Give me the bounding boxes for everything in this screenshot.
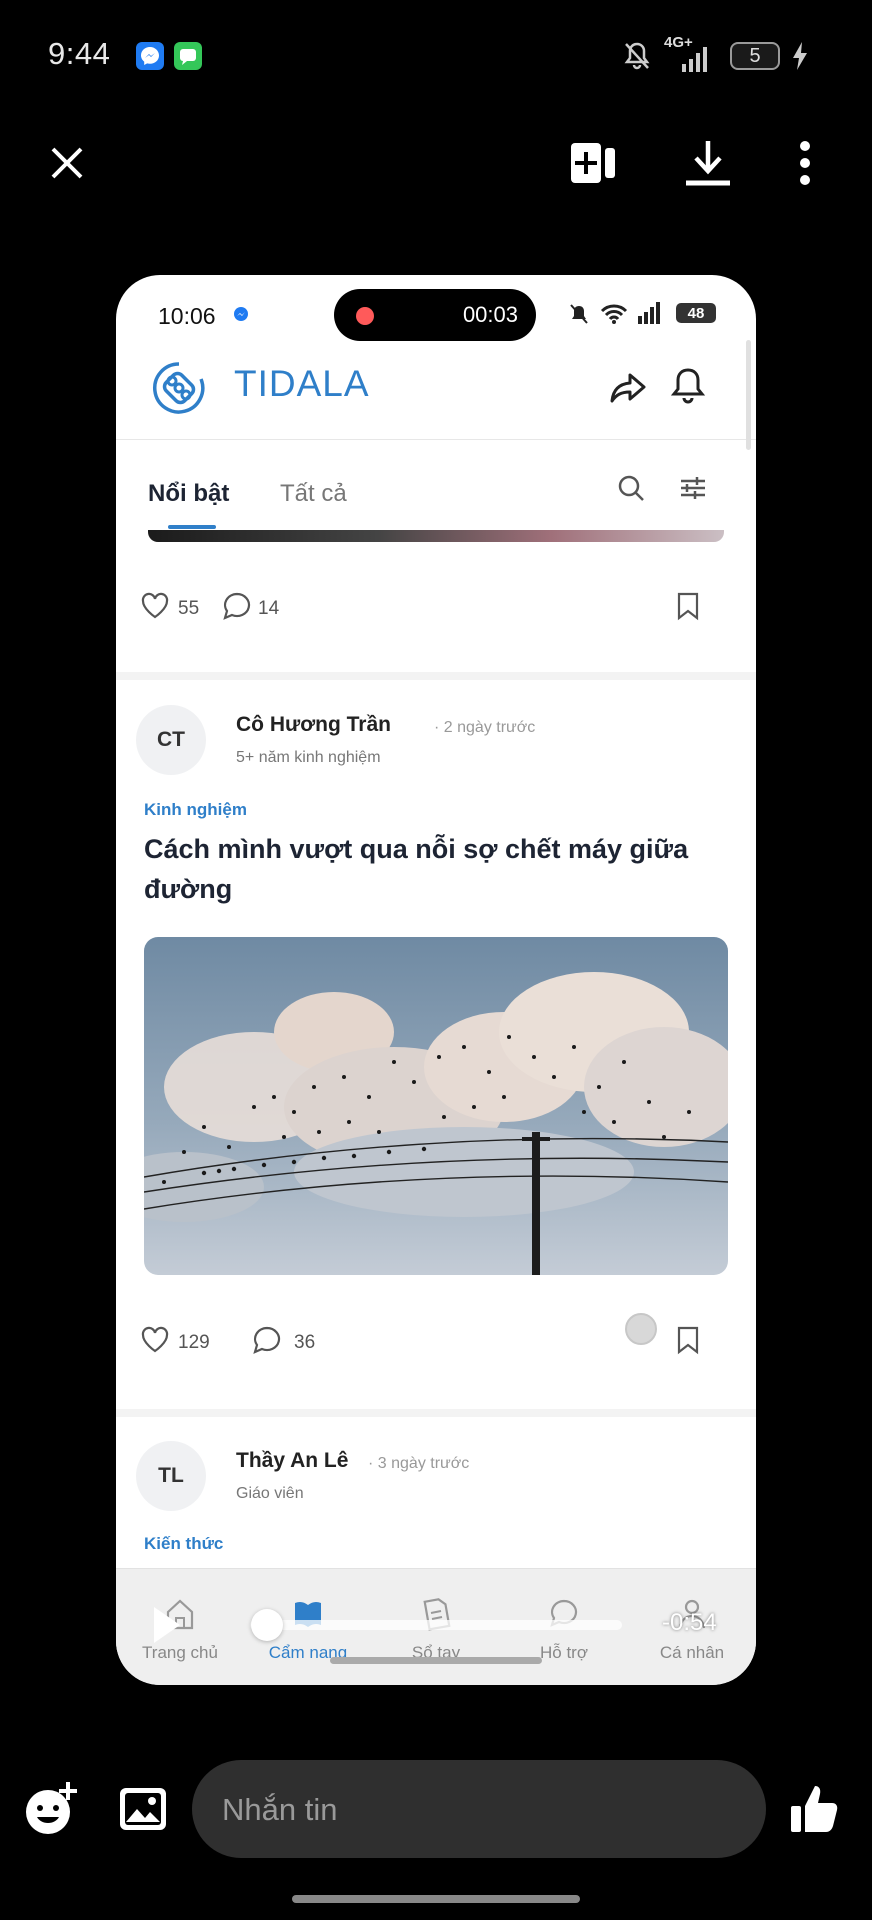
scrollbar[interactable] [746, 340, 751, 450]
search-icon [618, 475, 644, 501]
recording-indicator: 00:03 [334, 289, 536, 341]
notification-button[interactable] [668, 365, 708, 412]
more-vertical-icon [800, 141, 810, 185]
download-button[interactable] [678, 133, 738, 193]
search-button[interactable] [616, 473, 646, 508]
message-input[interactable] [220, 1760, 744, 1860]
comment-bubble-icon [223, 592, 251, 620]
phone-home-indicator [330, 1657, 542, 1664]
battery-indicator: 5 [730, 42, 780, 70]
comment-button[interactable] [222, 591, 252, 626]
post-time: · 2 ngày trước [434, 719, 536, 736]
video-progress-track[interactable] [250, 1620, 622, 1630]
sticker-button[interactable] [22, 1780, 80, 1843]
post-author[interactable]: Thầy An Lê [236, 1449, 348, 1473]
phone-signal-icon [636, 301, 662, 330]
touch-indicator [625, 1313, 657, 1345]
add-to-collection-button[interactable] [563, 133, 623, 193]
close-button[interactable] [37, 133, 97, 193]
recording-dot [356, 307, 374, 325]
header-divider [116, 439, 756, 440]
post-title[interactable]: Cách mình vượt qua nỗi sợ chết máy giữa … [144, 829, 734, 909]
filter-button[interactable] [678, 473, 708, 508]
close-icon [51, 147, 83, 179]
post-category[interactable]: Kinh nghiệm [144, 800, 247, 820]
tab-all[interactable]: Tất cả [280, 480, 347, 508]
like-button[interactable] [140, 591, 170, 624]
download-icon [686, 141, 730, 186]
post-author[interactable]: Cô Hương Trần [236, 713, 391, 737]
bookmark-button[interactable] [676, 591, 700, 626]
nav-label: Cá nhân [659, 1643, 725, 1662]
mute-icon [622, 40, 652, 77]
app-brand-name: TIDALA [234, 363, 370, 404]
phone-screen-recording: 10:06 00:03 48 TIDALA Nổi bật Tất cả 55 … [116, 275, 756, 1685]
post-category[interactable]: Kiến thức [144, 1534, 223, 1554]
system-gesture-bar [292, 1895, 580, 1903]
tidala-logo-icon [152, 361, 206, 420]
heart-icon [141, 1326, 169, 1353]
previous-post-image-edge [148, 530, 724, 542]
comment-button[interactable] [252, 1325, 282, 1360]
messenger-icon [233, 306, 249, 327]
wifi-icon [600, 303, 628, 330]
image-icon [120, 1788, 166, 1830]
author-role: Giáo viên [236, 1485, 304, 1502]
post-time: · 3 ngày trước [368, 1455, 470, 1472]
messenger-notification-icon [136, 42, 164, 70]
heart-icon [141, 592, 169, 619]
post-separator [116, 1409, 756, 1417]
like-button[interactable] [140, 1325, 170, 1358]
post-image[interactable] [144, 937, 728, 1275]
phone-mute-icon [568, 303, 590, 330]
active-tab-indicator [168, 525, 216, 529]
signal-icon [680, 46, 710, 77]
play-icon [154, 1607, 180, 1643]
charging-icon [790, 40, 810, 77]
add-to-collection-icon [571, 143, 615, 183]
message-input-container[interactable] [192, 1760, 766, 1860]
messages-notification-icon [174, 42, 202, 70]
recording-time: 00:03 [462, 302, 518, 327]
bookmark-icon [677, 592, 699, 621]
like-count: 55 [178, 598, 200, 619]
bookmark-icon [677, 1326, 699, 1355]
tab-featured[interactable]: Nổi bật [148, 480, 229, 508]
comment-count: 36 [294, 1332, 316, 1353]
avatar[interactable]: CT [136, 705, 206, 775]
more-options-button[interactable] [775, 133, 835, 193]
filter-sliders-icon [681, 477, 705, 499]
post-separator [116, 672, 756, 680]
share-icon [610, 373, 646, 403]
like-count: 129 [178, 1332, 210, 1353]
phone-battery: 48 [676, 303, 716, 323]
bell-icon [670, 368, 706, 404]
play-button[interactable] [152, 1605, 182, 1650]
share-button[interactable] [608, 367, 648, 412]
thumbs-up-icon [791, 1786, 838, 1832]
emoji-add-icon [26, 1782, 77, 1834]
video-remaining-time: -0:54 [662, 1609, 717, 1636]
gallery-button[interactable] [118, 1786, 168, 1837]
comment-count: 14 [258, 598, 280, 619]
avatar[interactable]: TL [136, 1441, 206, 1511]
like-send-button[interactable] [788, 1782, 842, 1841]
comment-bubble-icon [253, 1326, 281, 1354]
bookmark-button[interactable] [676, 1325, 700, 1360]
status-time: 9:44 [48, 36, 111, 71]
author-experience: 5+ năm kinh nghiệm [236, 749, 381, 766]
phone-status-time: 10:06 [158, 303, 216, 329]
